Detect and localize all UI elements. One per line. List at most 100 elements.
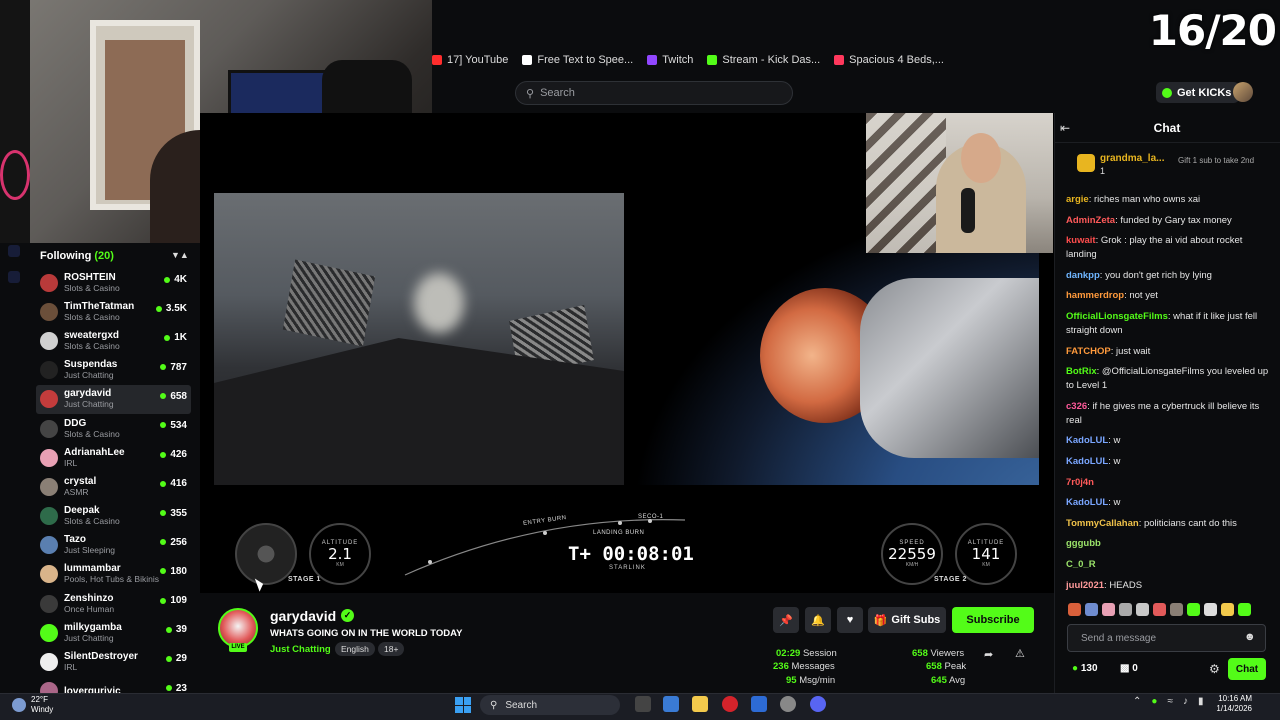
- bookmark-airbnb[interactable]: Spacious 4 Beds,...: [834, 54, 944, 66]
- chat-message: FATCHOP: just wait: [1066, 345, 1151, 357]
- get-kicks-button[interactable]: Get KICKs: [1156, 82, 1240, 103]
- following-item[interactable]: TimTheTatman Slots & Casino 3.5K: [36, 297, 191, 326]
- copilot-icon[interactable]: [663, 696, 679, 712]
- following-item[interactable]: SilentDestroyer IRL 29: [36, 647, 191, 676]
- live-dot-icon: [155, 305, 162, 312]
- bookmark-youtube[interactable]: 17] YouTube: [432, 54, 508, 66]
- top-gifter-name[interactable]: grandma_la...: [1100, 153, 1164, 164]
- following-item[interactable]: Suspendas Just Chatting 787: [36, 356, 191, 385]
- following-category: Just Chatting: [64, 632, 114, 643]
- chat-username[interactable]: KadoLUL: [1066, 435, 1108, 446]
- taskbar-search[interactable]: ⚲ Search: [480, 695, 620, 715]
- windows-start-icon[interactable]: [455, 697, 471, 713]
- store-icon[interactable]: [751, 696, 767, 712]
- chat-username[interactable]: OfficialLionsgateFilms: [1066, 311, 1168, 322]
- chat-username[interactable]: juul2021: [1066, 580, 1104, 591]
- chat-username[interactable]: KadoLUL: [1066, 497, 1108, 508]
- follow-button[interactable]: ♥: [837, 607, 863, 633]
- discord-icon[interactable]: [810, 696, 826, 712]
- tag-english[interactable]: English: [335, 642, 375, 656]
- mic-icon[interactable]: ●: [1151, 696, 1157, 707]
- bookmark-twitch[interactable]: Twitch: [647, 54, 693, 66]
- chat-username[interactable]: FATCHOP: [1066, 346, 1111, 357]
- chat-username[interactable]: dankpp: [1066, 270, 1100, 281]
- kicks-balance[interactable]: ● 130: [1072, 663, 1098, 674]
- following-item[interactable]: Deepak Slots & Casino 355: [36, 502, 191, 531]
- weather-widget[interactable]: 22°F Windy: [12, 695, 53, 715]
- chevron-up-icon[interactable]: ⌃: [1133, 696, 1141, 707]
- pin-button[interactable]: 📌: [773, 607, 799, 633]
- chat-message-input[interactable]: Send a message: [1067, 624, 1266, 652]
- emote-icon[interactable]: [1170, 603, 1183, 616]
- avatar: [40, 623, 58, 642]
- chat-username[interactable]: kuwait: [1066, 235, 1096, 246]
- following-item[interactable]: milkygamba Just Chatting 39: [36, 618, 191, 647]
- file-explorer-icon[interactable]: [692, 696, 708, 712]
- battery-icon[interactable]: ▮: [1198, 696, 1204, 707]
- subscribe-button[interactable]: Subscribe: [952, 607, 1034, 633]
- emote-icon[interactable]: [1204, 603, 1217, 616]
- notification-button[interactable]: 🔔: [805, 607, 831, 633]
- chat-send-button[interactable]: Chat: [1228, 658, 1266, 680]
- emoji-picker-icon[interactable]: ☻: [1244, 631, 1256, 643]
- gift-to-take-spot[interactable]: Gift 1 sub to take 2nd: [1178, 156, 1258, 165]
- chat-username[interactable]: argie: [1066, 194, 1089, 205]
- chat-username[interactable]: KadoLUL: [1066, 456, 1108, 467]
- opera-icon[interactable]: [722, 696, 738, 712]
- gear-icon[interactable]: ⚙: [1209, 662, 1220, 676]
- emote-icon[interactable]: [1238, 603, 1251, 616]
- system-tray: ⌃ ● ≈ ♪ ▮: [1133, 696, 1203, 707]
- chrome-icon[interactable]: [780, 696, 796, 712]
- chat-username[interactable]: AdminZeta: [1066, 215, 1115, 226]
- bookmark-kick-dashboard[interactable]: Stream - Kick Das...: [707, 54, 820, 66]
- following-item[interactable]: sweatergxd Slots & Casino 1K: [36, 326, 191, 355]
- rail-icon[interactable]: [8, 271, 20, 283]
- avatar: [40, 507, 58, 526]
- following-item[interactable]: lummambar Pools, Hot Tubs & Bikinis 180: [36, 560, 191, 589]
- sort-arrows-icon[interactable]: ▼▲: [171, 250, 189, 260]
- bookmark-tts[interactable]: Free Text to Spee...: [522, 54, 633, 66]
- sub-balance[interactable]: ▩ 0: [1120, 663, 1138, 674]
- rail-icon[interactable]: [8, 245, 20, 257]
- chat-username[interactable]: c326: [1066, 401, 1087, 412]
- channel-avatar[interactable]: [218, 608, 258, 648]
- event-landing-burn: LANDING BURN: [593, 530, 645, 536]
- emote-icon[interactable]: [1102, 603, 1115, 616]
- emote-icon[interactable]: [1085, 603, 1098, 616]
- report-icon[interactable]: ⚠: [1015, 647, 1025, 660]
- following-item[interactable]: Zenshinzo Once Human 109: [36, 589, 191, 618]
- tag-18plus[interactable]: 18+: [378, 642, 405, 656]
- chat-text: @OfficialLionsgateFilms you leveled up t…: [1066, 366, 1269, 392]
- taskbar-clock[interactable]: 10:16 AM 1/14/2026: [1212, 694, 1252, 714]
- emote-icon[interactable]: [1187, 603, 1200, 616]
- chat-username[interactable]: TommyCallahan: [1066, 518, 1139, 529]
- user-avatar[interactable]: [1233, 82, 1253, 102]
- chat-username[interactable]: C_0_R: [1066, 559, 1096, 570]
- task-view-icon[interactable]: [635, 696, 651, 712]
- booster-camera-feed: [214, 193, 624, 485]
- following-item[interactable]: Tazo Just Sleeping 256: [36, 531, 191, 560]
- following-item[interactable]: ROSHTEIN Slots & Casino 4K: [36, 268, 191, 297]
- channel-name[interactable]: garydavid: [270, 608, 336, 624]
- chat-username[interactable]: gggubb: [1066, 538, 1101, 549]
- following-item[interactable]: garydavid Just Chatting 658: [36, 384, 191, 414]
- weather-icon: [12, 698, 26, 712]
- chat-username[interactable]: hammerdrop: [1066, 290, 1124, 301]
- following-item[interactable]: crystal ASMR 416: [36, 472, 191, 501]
- emote-icon[interactable]: [1153, 603, 1166, 616]
- gift-subs-button[interactable]: 🎁 Gift Subs: [868, 607, 946, 633]
- emote-icon[interactable]: [1119, 603, 1132, 616]
- emote-icon[interactable]: [1136, 603, 1149, 616]
- following-item[interactable]: AdrianahLee IRL 426: [36, 443, 191, 472]
- chat-username[interactable]: 7r0j4n: [1066, 477, 1094, 488]
- search-input[interactable]: ⚲ Search: [515, 81, 793, 105]
- wifi-icon[interactable]: ≈: [1167, 696, 1173, 707]
- stream-category[interactable]: Just Chatting: [270, 644, 331, 655]
- share-icon[interactable]: ➦: [984, 648, 993, 661]
- collapse-chat-icon[interactable]: ⇤: [1060, 121, 1070, 135]
- emote-icon[interactable]: [1221, 603, 1234, 616]
- emote-icon[interactable]: [1068, 603, 1081, 616]
- chat-username[interactable]: BotRix: [1066, 366, 1097, 377]
- volume-icon[interactable]: ♪: [1183, 696, 1188, 707]
- following-item[interactable]: DDG Slots & Casino 534: [36, 414, 191, 443]
